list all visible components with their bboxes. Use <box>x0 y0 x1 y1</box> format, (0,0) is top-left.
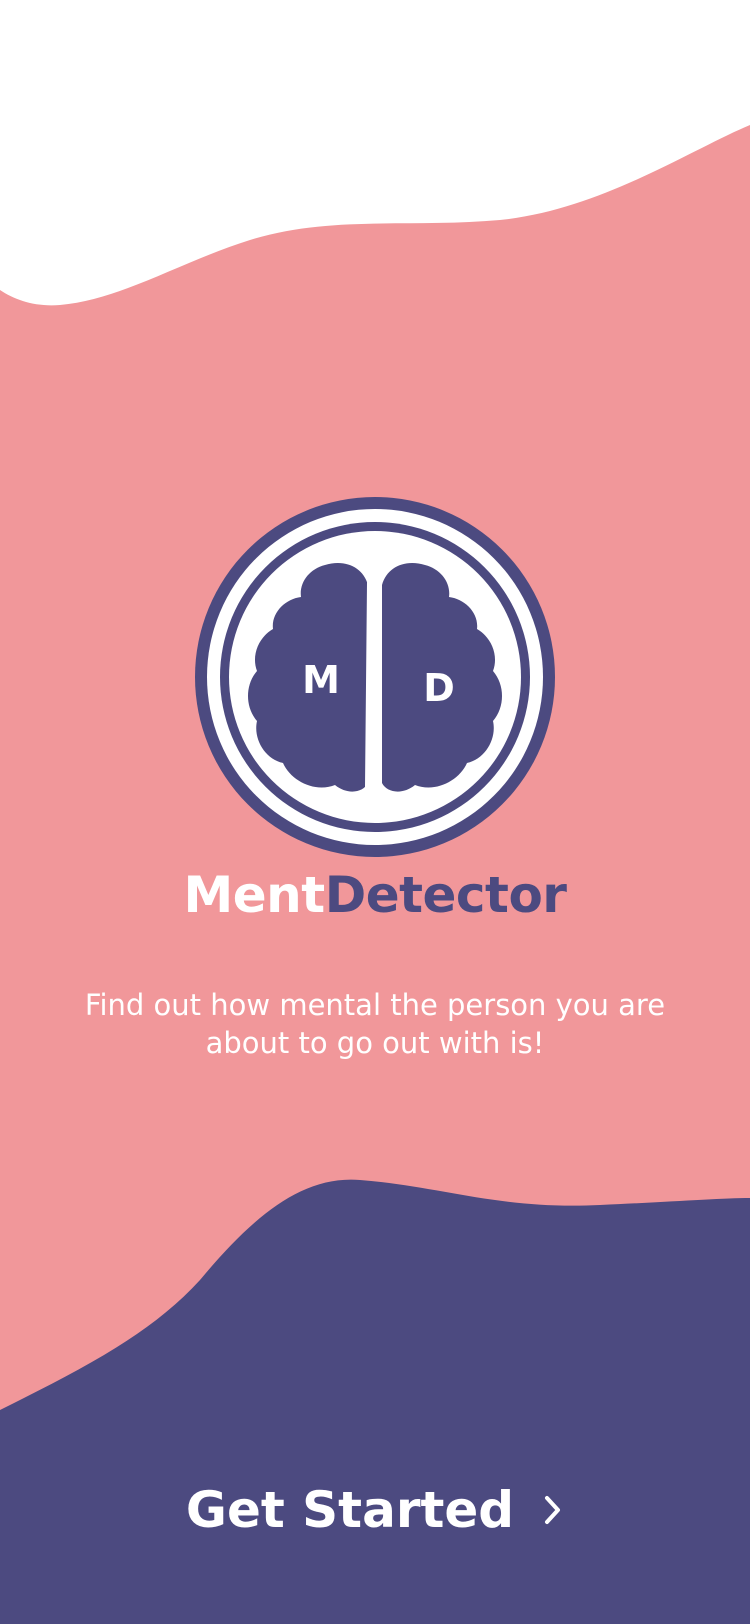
get-started-label: Get Started <box>185 1481 515 1539</box>
app-name-part-1: Ment <box>183 866 326 924</box>
get-started-button[interactable]: Get Started <box>0 1470 750 1550</box>
app-logo: M D <box>195 497 555 857</box>
logo-letter-m: M <box>302 658 340 702</box>
bottom-wave-decoration <box>0 1179 750 1624</box>
tagline: Find out how mental the person you are a… <box>84 988 666 1060</box>
top-wave-decoration <box>0 0 750 306</box>
app-name-part-2: Detector <box>324 866 567 924</box>
logo-letter-d: D <box>423 666 455 710</box>
chevron-right-icon <box>545 1496 561 1524</box>
onboarding-screen: M D MentDetector Find out how mental the… <box>0 0 750 1624</box>
app-name: MentDetector <box>0 862 750 928</box>
